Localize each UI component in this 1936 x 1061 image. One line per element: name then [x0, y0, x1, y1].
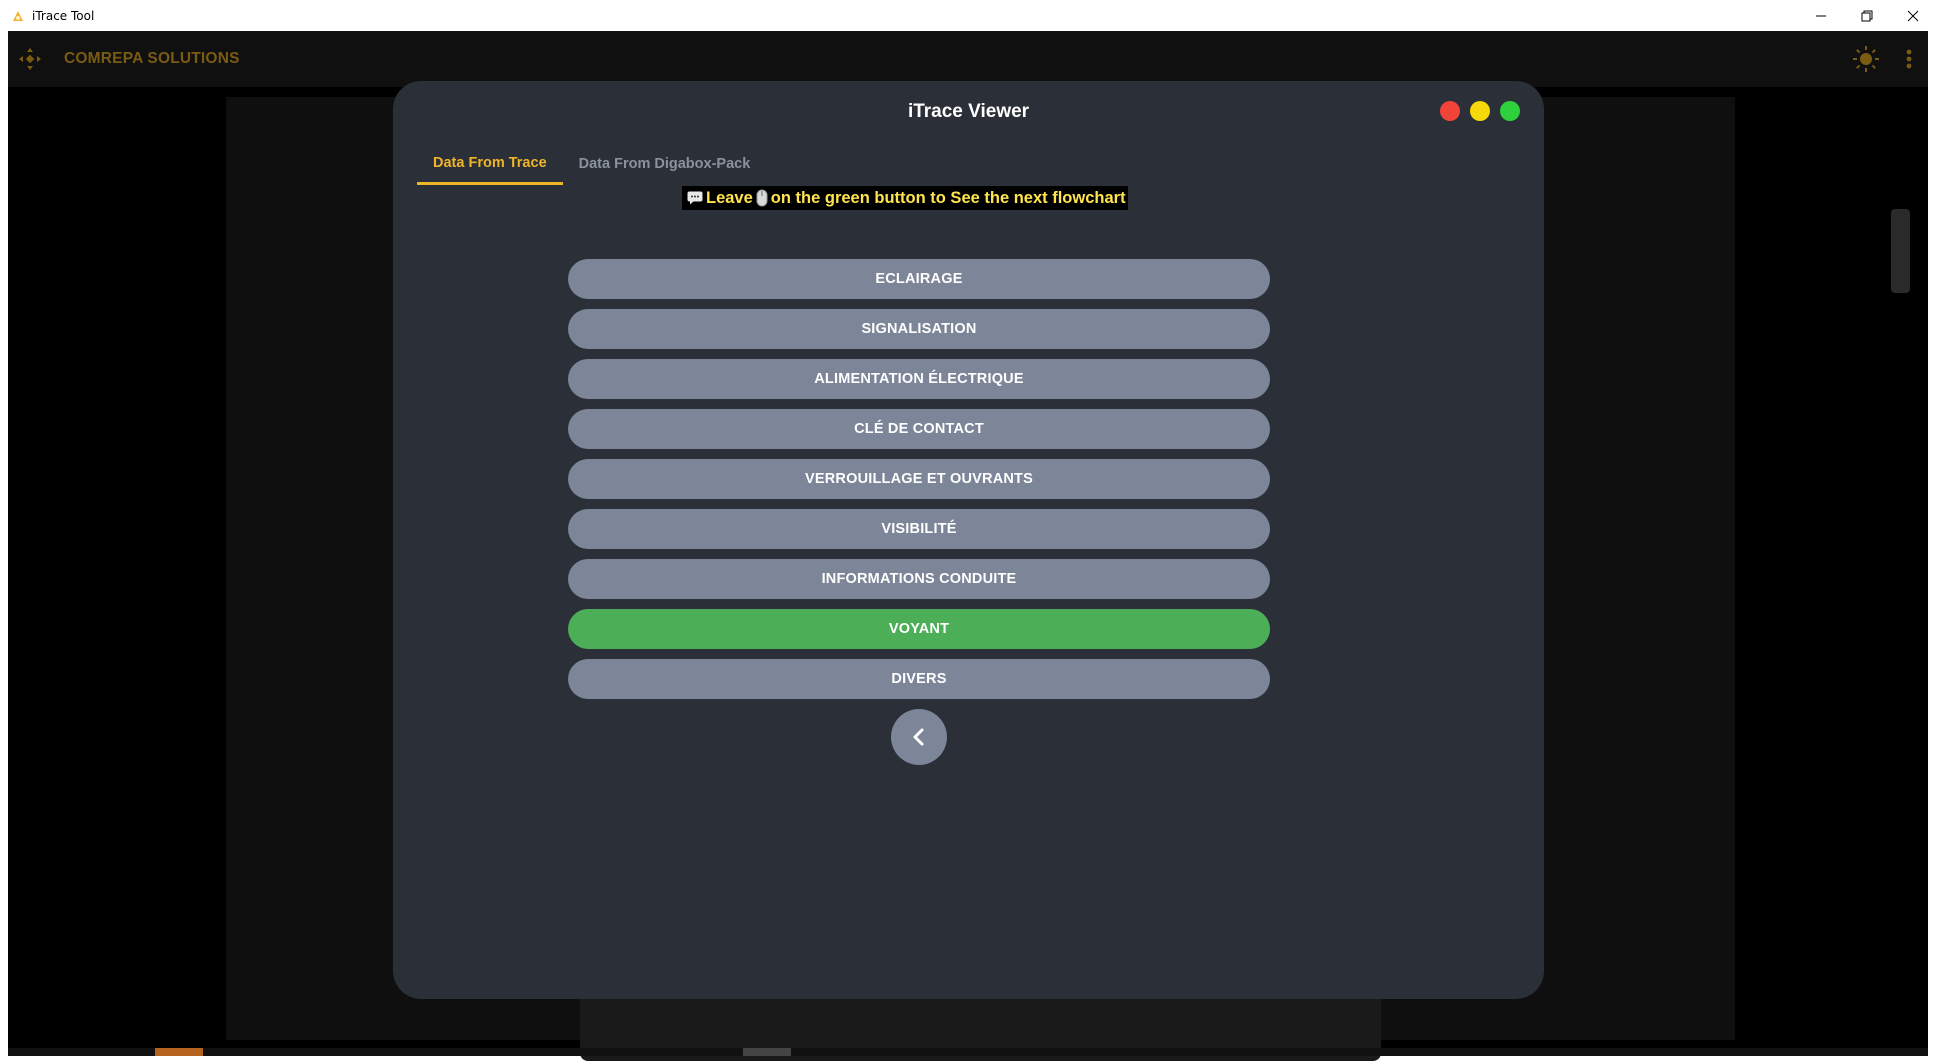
- timeline-marker[interactable]: [743, 1048, 791, 1056]
- restore-icon[interactable]: [1844, 0, 1890, 31]
- hint-text-after: on the green button to See the next flow…: [770, 188, 1126, 207]
- tab-bar: Data From Trace Data From Digabox-Pack: [417, 143, 766, 185]
- bottom-strip: [8, 1048, 1928, 1056]
- minimize-dot[interactable]: [1470, 101, 1490, 121]
- window-titlebar: iTrace Tool: [0, 0, 1936, 31]
- menu-button-visibilite[interactable]: VISIBILITÉ: [568, 509, 1270, 549]
- maximize-dot[interactable]: [1500, 101, 1520, 121]
- app-icon: [10, 8, 26, 24]
- close-dot[interactable]: [1440, 101, 1460, 121]
- mouse-icon: [756, 189, 768, 207]
- window-title: iTrace Tool: [32, 8, 95, 23]
- modal-title: iTrace Viewer: [907, 101, 1030, 122]
- hint-text-before: Leave: [706, 188, 753, 207]
- sun-icon[interactable]: [1852, 45, 1880, 73]
- menu-button-signalisation[interactable]: SIGNALISATION: [568, 309, 1270, 349]
- speech-bubble-icon: [687, 191, 703, 205]
- diamond-arrows-icon[interactable]: [18, 47, 42, 71]
- chevron-left-icon: [913, 728, 924, 746]
- close-icon[interactable]: [1890, 0, 1936, 31]
- menu-button-divers[interactable]: DIVERS: [568, 659, 1270, 699]
- window-dots: [1440, 101, 1520, 121]
- hint-banner: Leave on the green button to See the nex…: [682, 186, 1128, 210]
- timeline-marker[interactable]: [155, 1048, 203, 1056]
- app-header: COMREPA SOLUTIONS: [8, 31, 1928, 87]
- menu-button-voyant[interactable]: VOYANT: [568, 609, 1270, 649]
- back-button[interactable]: [891, 709, 947, 765]
- menu-button-informations-conduite[interactable]: INFORMATIONS CONDUITE: [568, 559, 1270, 599]
- menu-button-eclairage[interactable]: ECLAIRAGE: [568, 259, 1270, 299]
- menu-button-alimentation-electrique[interactable]: ALIMENTATION ÉLECTRIQUE: [568, 359, 1270, 399]
- flowchart-menu: ECLAIRAGE SIGNALISATION ALIMENTATION ÉLE…: [568, 259, 1270, 709]
- minimize-icon[interactable]: [1798, 0, 1844, 31]
- more-vertical-icon[interactable]: [1902, 45, 1916, 73]
- brand-name: COMREPA SOLUTIONS: [64, 50, 240, 67]
- tab-data-from-trace[interactable]: Data From Trace: [417, 143, 563, 185]
- scrollbar-thumb[interactable]: [1891, 209, 1910, 293]
- itrace-viewer-modal: iTrace Viewer Data From Trace Data From …: [393, 81, 1544, 999]
- menu-button-cle-de-contact[interactable]: CLÉ DE CONTACT: [568, 409, 1270, 449]
- menu-button-verrouillage-et-ouvrants[interactable]: VERROUILLAGE ET OUVRANTS: [568, 459, 1270, 499]
- tab-data-from-digabox-pack[interactable]: Data From Digabox-Pack: [563, 143, 767, 185]
